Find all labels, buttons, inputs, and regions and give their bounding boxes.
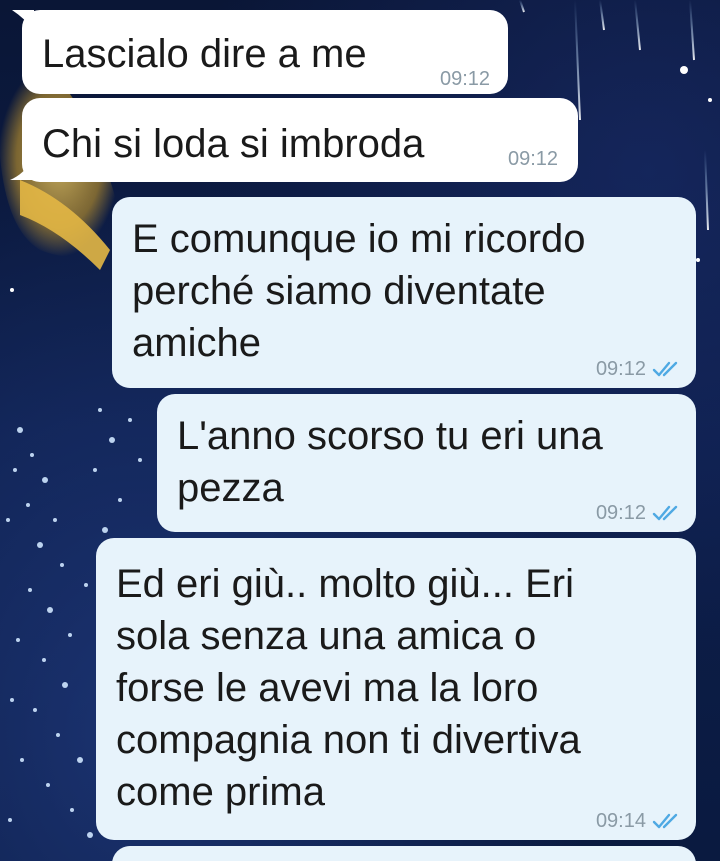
message-timestamp: 09:12 (508, 148, 559, 170)
message-bubble-incoming[interactable]: Lascialo dire a me 09:12 (12, 10, 508, 94)
double-check-icon (652, 505, 678, 521)
message-bubble-incoming[interactable]: Chi si loda si imbroda 09:12 (10, 98, 578, 182)
message-text: Ed eri giù.. molto giù... Eri sola senza… (116, 562, 581, 814)
message-meta: 09:12 (596, 358, 682, 380)
double-check-icon (652, 813, 678, 829)
message-text: E comunque io mi ricordo perché siamo di… (132, 217, 586, 365)
message-bubble-outgoing[interactable]: E comunque io mi ricordo perché siamo di… (112, 197, 696, 388)
message-bubble-outgoing-partial[interactable] (112, 846, 696, 861)
bubble-tail (10, 160, 32, 180)
double-check-icon (652, 361, 678, 377)
message-text: Lascialo dire a me (42, 32, 367, 76)
message-timestamp: 09:14 (595, 810, 646, 832)
bubble-tail (12, 10, 34, 30)
message-bubble-outgoing[interactable]: Ed eri giù.. molto giù... Eri sola senza… (96, 538, 696, 840)
message-timestamp: 09:12 (440, 68, 491, 90)
message-text: L'anno scorso tu eri una pezza (177, 414, 603, 510)
message-timestamp: 09:12 (595, 502, 646, 524)
message-text: Chi si loda si imbroda (42, 122, 425, 166)
message-bubble-outgoing[interactable]: L'anno scorso tu eri una pezza 09:12 (157, 394, 696, 532)
message-timestamp: 09:12 (595, 358, 646, 380)
message-meta: 09:14 (596, 810, 682, 832)
message-meta: 09:12 (596, 502, 682, 524)
